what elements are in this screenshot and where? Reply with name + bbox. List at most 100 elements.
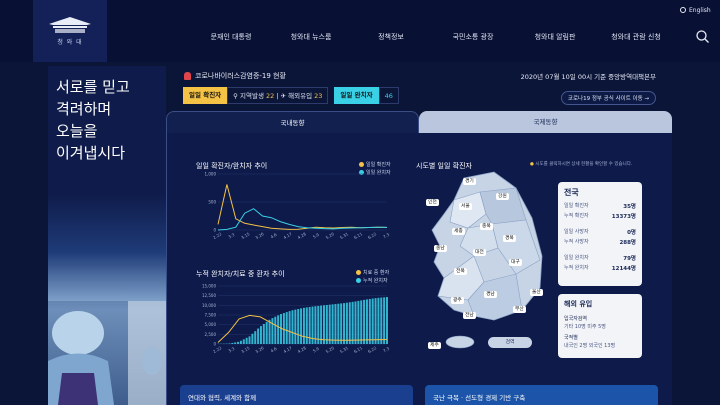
map-region-chungnam[interactable]: 충남: [434, 245, 447, 252]
released-bar: [268, 319, 271, 344]
map-region-gyeongbuk[interactable]: 경북: [503, 235, 516, 242]
map-region-jeonbuk[interactable]: 전북: [454, 268, 467, 275]
local-value: 22: [266, 92, 275, 100]
series-line-1: [217, 208, 388, 231]
plane-icon: ✈: [280, 92, 289, 100]
released-bar: [259, 326, 262, 344]
released-bar: [297, 308, 300, 344]
hero-line-2: 격려하며: [56, 100, 112, 118]
map-region-sejong[interactable]: 세종: [452, 228, 465, 235]
logo[interactable]: 청 와 대: [33, 0, 107, 62]
released-bar: [234, 342, 237, 344]
logo-text: 청 와 대: [57, 39, 83, 46]
nav-policy[interactable]: 정책정보: [378, 32, 404, 42]
y-tick-label: 12,500: [202, 293, 216, 298]
map-region-jeonnam[interactable]: 전남: [463, 312, 476, 319]
released-bar: [363, 299, 366, 344]
chart1-legend-confirmed: 일일 확진자: [359, 161, 391, 168]
released-bar: [282, 313, 285, 344]
map-region-gyeonggi[interactable]: 경기: [463, 178, 476, 185]
x-tick-label: 6.22: [367, 345, 378, 354]
map-region-ulsan[interactable]: 울산: [530, 289, 543, 296]
x-tick-label: 3.26: [254, 231, 265, 240]
nav-communication[interactable]: 국민소통 광장: [453, 32, 494, 42]
released-bar: [277, 315, 280, 344]
nav-tour[interactable]: 청와대 관람 신청: [611, 32, 661, 42]
released-bar: [265, 321, 268, 344]
search-icon[interactable]: [696, 30, 709, 43]
blue-house-logo-icon: [49, 17, 91, 33]
nation-row: 누적 사망자 288명: [558, 237, 642, 247]
row-label: 일일 확진자: [564, 203, 589, 209]
map-region-gangwon[interactable]: 강원: [496, 193, 509, 200]
x-tick-label: 6.11: [353, 231, 364, 240]
official-site-button[interactable]: 코로나19 정부 공식 사이트 이동 →: [560, 91, 656, 105]
stat-bar: 일일 확진자 ⚲ 지역발생 22 | ✈ 해외유입 23 일일 완치자 46: [183, 87, 399, 104]
covid-dashboard: 코로나바이러스감염증-19 현황 2020년 07월 10일 00시 기준 중앙…: [166, 66, 672, 405]
legend-label: 치료 중 환자: [363, 270, 390, 276]
nav-president[interactable]: 문재인 대통령: [211, 32, 252, 42]
site-button-label: 코로나19 정부 공식 사이트 이동: [567, 96, 643, 102]
released-bar: [248, 336, 251, 344]
x-tick-label: 7.3: [382, 346, 390, 354]
x-tick-label: 4.28: [297, 231, 308, 240]
map-region-jeju[interactable]: 제주: [428, 342, 441, 349]
released-bar: [322, 305, 325, 344]
map-region-daegu[interactable]: 대구: [509, 259, 522, 266]
solidarity-card[interactable]: 연대와 협력, 세계와 함께: [180, 385, 413, 405]
x-tick-label: 6.22: [367, 231, 378, 240]
tab-global[interactable]: 국제동향: [419, 111, 672, 133]
dashboard-date: 2020년 07월 10일 00시 기준 중앙방역대책본부: [520, 73, 656, 81]
map-region-chungbuk[interactable]: 충북: [480, 223, 493, 230]
map-region-seoul[interactable]: 서울: [459, 203, 472, 210]
released-bar: [331, 304, 334, 344]
x-tick-label: 6.11: [353, 345, 364, 354]
released-bar: [371, 298, 374, 344]
hero-banner: 서로를 믿고 격려하며 오늘을 이겨냅시다: [48, 66, 166, 405]
daily-trend-chart: 05001,0002.22 3.3 3.15 3.26 4.6 4.17 4.28 5.9 5.…: [205, 172, 391, 241]
tab-domestic[interactable]: 국내동향: [166, 111, 419, 133]
x-tick-label: 3.15: [240, 231, 251, 240]
economy-card[interactable]: 국난 극복 · 선도형 경제 기반 구축: [425, 385, 658, 405]
map-region-busan[interactable]: 부산: [513, 306, 526, 313]
x-tick-label: 5.20: [325, 345, 336, 354]
local-label: 지역발생: [240, 92, 264, 100]
map-region-gwangju[interactable]: 광주: [451, 297, 464, 304]
abroad-entry-label: 입국자검역: [564, 316, 588, 322]
korea-map[interactable]: [424, 170, 554, 356]
released-bar: [242, 339, 245, 344]
quarantine-button[interactable]: 검역: [488, 337, 532, 348]
english-link[interactable]: English: [680, 7, 711, 14]
abroad-local-label: 국적별: [564, 335, 578, 341]
y-tick-label: 10,000: [202, 303, 216, 308]
legend-label: 일일 확진자: [366, 162, 391, 168]
released-bar: [357, 300, 360, 344]
released-bar: [262, 323, 265, 344]
x-tick-label: 4.28: [297, 345, 308, 354]
map-region-daejeon[interactable]: 대전: [473, 249, 486, 256]
local-stat: ⚲ 지역발생 22 | ✈ 해외유입 23: [227, 87, 329, 104]
y-tick-label: 500: [208, 200, 216, 205]
globe-icon: [680, 7, 686, 13]
released-bar: [320, 305, 323, 344]
released-bar: [334, 304, 337, 344]
map-region-gyeongnam[interactable]: 경남: [484, 291, 497, 298]
released-bar: [383, 297, 386, 344]
map-note: ● 시도를 클릭하시면 상세 현황을 확인할 수 있습니다.: [530, 161, 632, 167]
released-bar: [374, 298, 377, 344]
released-bar: [386, 297, 388, 344]
header: 청 와 대 English 문재인 대통령 청와대 뉴스룸 정책정보 국민소통 …: [0, 0, 720, 62]
x-tick-label: 5.20: [325, 231, 336, 240]
abroad-local-values: 내국인 2명 외국인 13명: [564, 343, 616, 349]
x-tick-label: 3.3: [227, 346, 235, 354]
x-tick-label: 5.9: [312, 346, 320, 354]
released-bar: [380, 297, 383, 344]
nav-notice[interactable]: 청와대 알림판: [535, 32, 576, 42]
map-region-incheon[interactable]: 인천: [426, 199, 439, 206]
released-bar: [228, 343, 231, 344]
nav-newsroom[interactable]: 청와대 뉴스룸: [291, 32, 332, 42]
legend-dot: [356, 270, 361, 275]
y-tick-label: 0: [213, 228, 216, 233]
series-line-0: [217, 184, 388, 230]
released-bar: [337, 303, 340, 344]
